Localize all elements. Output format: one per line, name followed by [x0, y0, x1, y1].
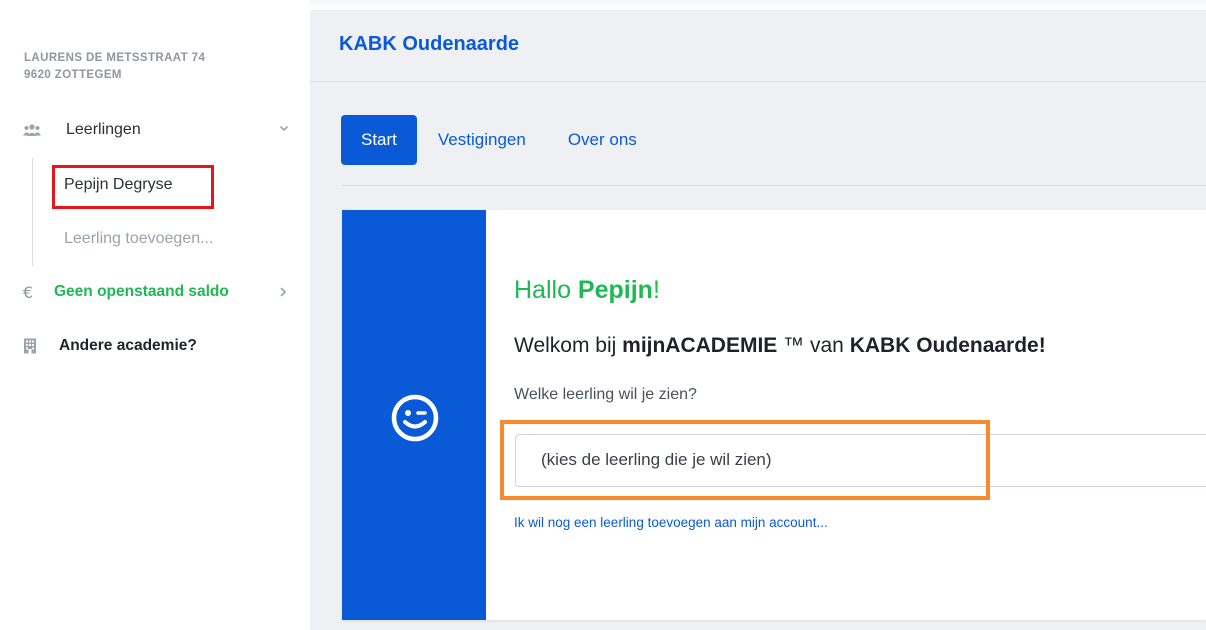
add-student-account-link[interactable]: Ik wil nog een leerling toevoegen aan mi… [514, 515, 828, 530]
tab-over-ons[interactable]: Over ons [547, 115, 658, 165]
building-icon [20, 336, 40, 356]
sidebar-item-balance[interactable]: € Geen openstaand saldo [0, 277, 310, 307]
welcome-brand: mijnACADEMIE [622, 334, 778, 357]
greeting-name: Pepijn [577, 276, 653, 304]
sidebar-item-other-academy[interactable]: Andere academie? [0, 331, 310, 361]
tab-start[interactable]: Start [341, 115, 417, 165]
greeting-prefix: Hallo [514, 276, 578, 304]
welcome-suffix: ! [1038, 334, 1046, 357]
highlight-box-red [52, 165, 214, 209]
users-icon [22, 120, 42, 140]
chevron-down-icon[interactable] [278, 122, 292, 136]
welcome-tm: ™ van [777, 334, 850, 357]
wink-face-icon [390, 393, 440, 443]
welcome-card: Hallo Pepijn! Welkom bij mijnACADEMIE ™ … [342, 210, 1206, 620]
tree-line [32, 158, 33, 266]
highlight-box-orange [500, 420, 990, 500]
card-side-panel [342, 210, 486, 620]
greeting-suffix: ! [652, 276, 660, 304]
sidebar-item-label: Leerlingen [66, 121, 141, 138]
welcome-school: KABK Oudenaarde [849, 334, 1039, 357]
divider [341, 185, 1206, 186]
address-block: LAURENS DE METSSTRAAT 74 9620 ZOTTEGEM [24, 50, 205, 84]
address-city: 9620 ZOTTEGEM [24, 69, 122, 81]
welcome-heading: Welkom bij mijnACADEMIE ™ van KABK Ouden… [514, 334, 1046, 358]
student-question: Welke leerling wil je zien? [514, 386, 697, 403]
sidebar: LAURENS DE METSSTRAAT 74 9620 ZOTTEGEM L… [0, 0, 310, 630]
euro-icon: € [22, 282, 34, 302]
tab-vestigingen[interactable]: Vestigingen [417, 115, 547, 165]
address-street: LAURENS DE METSSTRAAT 74 [24, 52, 206, 64]
sidebar-item-leerlingen[interactable]: Leerlingen [0, 115, 310, 145]
main-content: KABK Oudenaarde Start Vestigingen Over o… [310, 10, 1206, 630]
add-student-link[interactable]: Leerling toevoegen... [64, 230, 213, 248]
welcome-prefix: Welkom bij [514, 334, 623, 357]
sidebar-item-label: Andere academie? [59, 337, 197, 354]
sidebar-item-label: Geen openstaand saldo [54, 283, 229, 300]
chevron-right-icon [278, 283, 288, 302]
greeting: Hallo Pepijn! [514, 276, 660, 305]
page-title[interactable]: KABK Oudenaarde [339, 33, 519, 56]
tab-bar: Start Vestigingen Over ons [341, 115, 658, 165]
top-bar: KABK Oudenaarde [310, 10, 1206, 82]
